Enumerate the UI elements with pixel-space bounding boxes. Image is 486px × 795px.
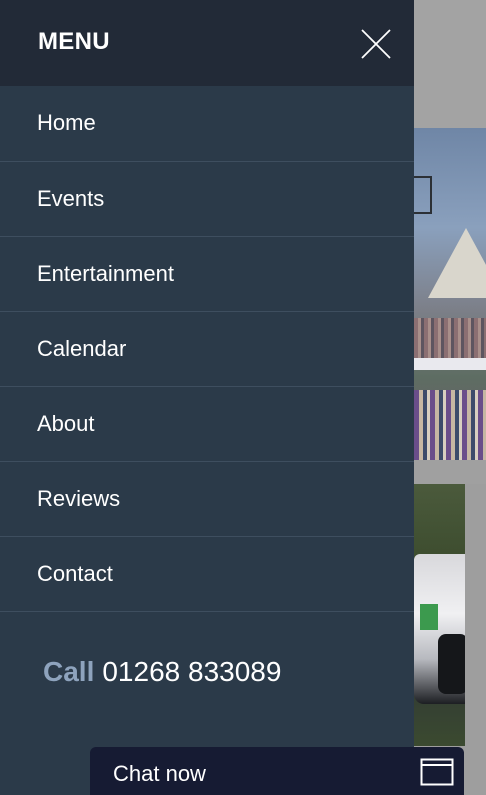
menu-item-home[interactable]: Home (0, 86, 414, 162)
menu-item-contact[interactable]: Contact (0, 537, 414, 612)
menu-item-label: Reviews (37, 486, 121, 511)
menu-item-label: Contact (37, 561, 113, 586)
menu-item-label: Calendar (37, 336, 127, 361)
background-railing (414, 358, 486, 370)
chat-now-button[interactable]: Chat now (90, 747, 464, 795)
menu-item-calendar[interactable]: Calendar (0, 312, 414, 387)
menu-item-label: Home (37, 110, 96, 135)
menu-item-label: Entertainment (37, 261, 174, 286)
menu-item-label: Events (37, 186, 105, 211)
viewport: MENU Home Events Entertainment Calendar (0, 0, 486, 795)
background-tent (428, 228, 486, 298)
chat-label: Chat now (113, 761, 206, 786)
menu-list: Home Events Entertainment Calendar About… (0, 86, 414, 612)
menu-title: MENU (38, 28, 110, 55)
call-label: Call (43, 656, 95, 687)
background-race-car-image (414, 484, 465, 746)
close-icon (361, 29, 391, 59)
menu-item-about[interactable]: About (0, 387, 414, 462)
background-hero-image (414, 128, 486, 460)
background-car-stripe (420, 604, 438, 630)
call-phone-link[interactable]: Call 01268 833089 (43, 656, 281, 688)
menu-item-entertainment[interactable]: Entertainment (0, 237, 414, 312)
menu-item-reviews[interactable]: Reviews (0, 462, 414, 537)
menu-item-label: About (37, 411, 95, 436)
background-header (414, 0, 486, 128)
background-crowd (414, 390, 486, 460)
side-menu: MENU Home Events Entertainment Calendar (0, 0, 414, 795)
background-gap (414, 460, 486, 484)
chat-window-icon (420, 758, 454, 786)
phone-number: 01268 833089 (102, 656, 282, 687)
background-select-box (414, 176, 432, 214)
menu-item-events[interactable]: Events (0, 162, 414, 237)
background-grandstand (414, 318, 486, 358)
menu-header: MENU (0, 0, 414, 86)
background-car-wheel (438, 634, 465, 694)
close-menu-button[interactable] (356, 24, 396, 64)
